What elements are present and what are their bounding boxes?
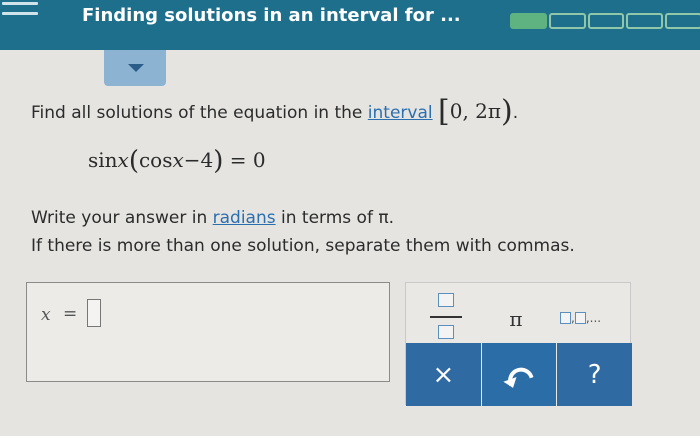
instruction-line-2: If there is more than one solution, sepa… (31, 236, 575, 256)
eq-x2: x (172, 148, 184, 172)
list-dots: ... (589, 311, 602, 325)
instructions: Write your answer in radians in terms of… (31, 204, 575, 260)
interval-values: 0, 2π (449, 99, 502, 123)
answer-area[interactable]: x = (26, 282, 390, 382)
answer-equals: = (63, 304, 78, 324)
eq-close-paren: ) (213, 146, 224, 176)
right-paren: ) (501, 94, 513, 129)
instr-text: Write your answer in (31, 208, 213, 228)
progress-bar (510, 13, 700, 29)
eq-open-paren: ( (128, 146, 139, 176)
math-keypad: π ,,... × ? (405, 282, 633, 406)
help-button[interactable]: ? (557, 343, 633, 406)
prompt-text: Find all solutions of the equation in th… (31, 103, 368, 123)
eq-x1: x (117, 148, 129, 172)
keypad-action-row: × ? (406, 343, 633, 406)
list-box-icon (560, 312, 571, 324)
progress-segment (665, 13, 700, 29)
instruction-line-1: Write your answer in radians in terms of… (31, 204, 575, 232)
interval-math: [0, 2π) (438, 94, 513, 129)
list-box-icon (574, 312, 586, 324)
fraction-numerator-icon (438, 293, 454, 307)
question-prompt: Find all solutions of the equation in th… (31, 94, 518, 129)
eq-rhs: = 0 (229, 148, 266, 172)
prompt-period: . (512, 103, 519, 123)
eq-cos: cos (138, 148, 173, 172)
progress-segment (510, 13, 547, 29)
page-title: Finding solutions in an interval for ... (82, 5, 461, 26)
radians-link[interactable]: radians (213, 208, 276, 228)
eq-minus-four: −4 (183, 148, 214, 172)
equation: sinx(cosx−4) = 0 (88, 146, 266, 176)
progress-segment (587, 13, 625, 29)
clear-button[interactable]: × (406, 343, 481, 406)
pi-button[interactable]: π (504, 307, 528, 331)
instr-text: in terms of π. (275, 208, 394, 228)
answer-input[interactable] (87, 299, 101, 327)
hamburger-menu-icon[interactable] (0, 0, 46, 22)
fraction-button[interactable] (426, 291, 466, 347)
progress-segment (548, 13, 586, 29)
fraction-denominator-icon (438, 325, 454, 339)
interval-link[interactable]: interval (368, 103, 433, 123)
fraction-bar-icon (430, 316, 462, 318)
eq-sin: sin (88, 148, 118, 172)
answer-variable: x (41, 305, 51, 325)
undo-icon (504, 363, 534, 386)
chevron-down-icon (128, 64, 144, 72)
left-bracket: [ (438, 94, 450, 129)
list-button[interactable]: ,,... (560, 311, 624, 329)
undo-button[interactable] (481, 343, 557, 406)
top-bar: Finding solutions in an interval for ... (0, 0, 700, 50)
collapse-toggle-button[interactable] (104, 50, 166, 86)
progress-segment (626, 13, 664, 29)
